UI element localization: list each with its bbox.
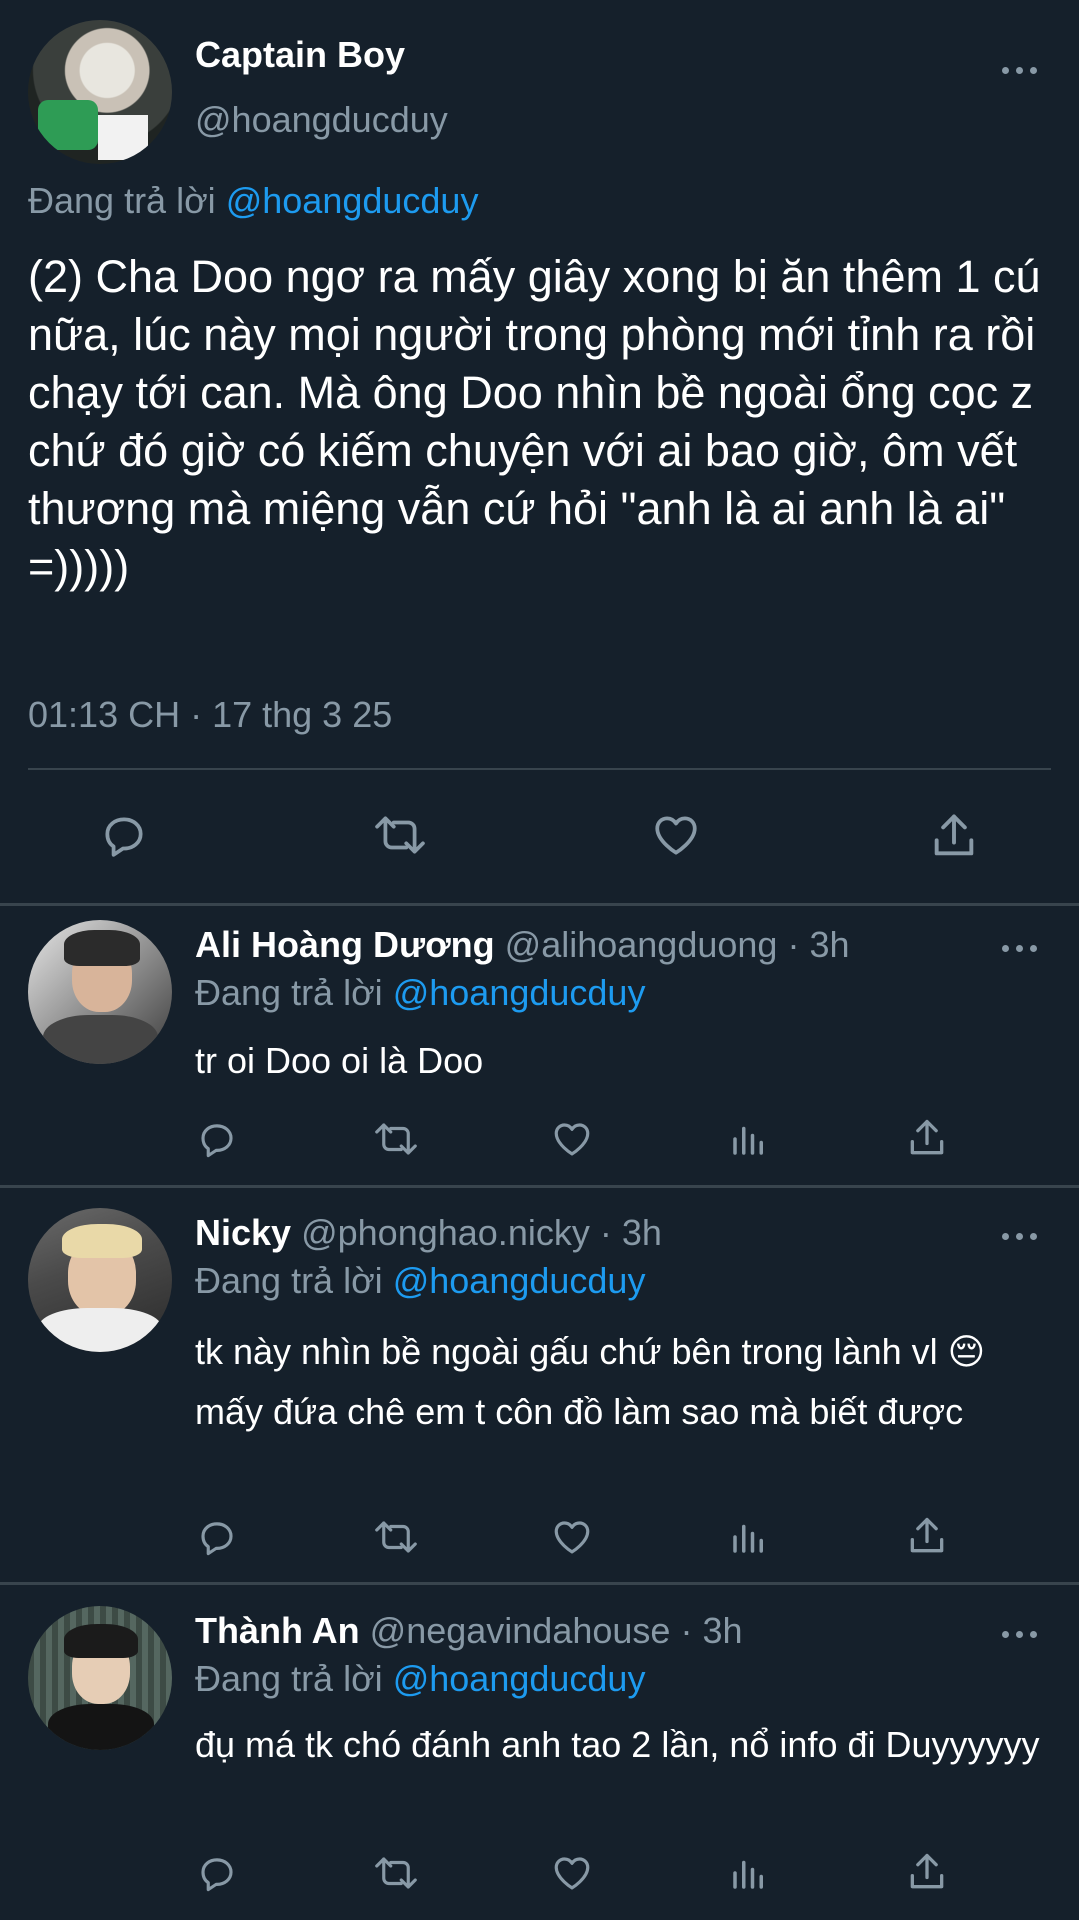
- share-icon[interactable]: [905, 1514, 949, 1558]
- tweet-text: (2) Cha Doo ngơ ra mấy giây xong bị ăn t…: [28, 251, 1041, 592]
- retweet-icon[interactable]: [370, 1516, 422, 1558]
- display-name[interactable]: Captain Boy: [195, 34, 405, 76]
- more-options-icon[interactable]: [1002, 1226, 1042, 1246]
- avatar[interactable]: [28, 1606, 172, 1750]
- replying-to-link[interactable]: @hoangducduy: [393, 1260, 646, 1301]
- more-options-icon[interactable]: [1002, 1624, 1042, 1644]
- avatar[interactable]: [28, 20, 172, 164]
- replying-to-line: Đang trả lời @hoangducduy: [195, 1658, 645, 1700]
- handle[interactable]: @alihoangduong: [505, 924, 778, 965]
- divider: [0, 1582, 1079, 1585]
- more-options-icon[interactable]: [1002, 938, 1042, 958]
- share-icon[interactable]: [905, 1850, 949, 1894]
- reply-text: tr oi Doo oi là Doo: [195, 1040, 484, 1081]
- replying-prefix: Đang trả lời: [195, 1658, 383, 1699]
- like-icon[interactable]: [550, 1118, 594, 1160]
- reply-header: Nicky @phonghao.nicky · 3h: [195, 1212, 662, 1254]
- reply-header: Thành An @negavindahouse · 3h: [195, 1610, 743, 1652]
- replying-prefix: Đang trả lời: [195, 972, 383, 1013]
- like-icon[interactable]: [550, 1516, 594, 1558]
- display-name[interactable]: Nicky: [195, 1212, 291, 1253]
- divider: [0, 903, 1079, 906]
- tweet-timestamp[interactable]: 01:13 CH · 17 thg 3 25: [28, 694, 392, 736]
- replying-prefix: Đang trả lời: [195, 1260, 383, 1301]
- reply-icon[interactable]: [195, 1852, 239, 1894]
- reply-time[interactable]: · 3h: [600, 1212, 662, 1253]
- retweet-icon[interactable]: [370, 1852, 422, 1894]
- replying-to-line: Đang trả lời @hoangducduy: [195, 972, 645, 1014]
- reply-icon[interactable]: [98, 810, 150, 860]
- views-icon[interactable]: [728, 1118, 770, 1160]
- avatar[interactable]: [28, 920, 172, 1064]
- divider: [28, 768, 1051, 770]
- divider: [0, 1185, 1079, 1188]
- avatar[interactable]: [28, 1208, 172, 1352]
- display-name[interactable]: Ali Hoàng Dương: [195, 924, 495, 965]
- reply-time[interactable]: · 3h: [787, 924, 849, 965]
- reply-header: Ali Hoàng Dương @alihoangduong · 3h: [195, 924, 850, 966]
- replying-to-link[interactable]: @hoangducduy: [226, 180, 479, 221]
- reply-icon[interactable]: [195, 1118, 239, 1160]
- reply-time[interactable]: · 3h: [680, 1610, 742, 1651]
- replying-to-line: Đang trả lời @hoangducduy: [28, 180, 478, 222]
- handle[interactable]: @negavindahouse: [370, 1610, 671, 1651]
- replying-prefix: Đang trả lời: [28, 180, 216, 221]
- like-icon[interactable]: [650, 810, 702, 860]
- replying-to-link[interactable]: @hoangducduy: [393, 972, 646, 1013]
- retweet-icon[interactable]: [370, 1118, 422, 1160]
- share-icon[interactable]: [928, 810, 980, 862]
- share-icon[interactable]: [905, 1116, 949, 1160]
- replying-to-line: Đang trả lời @hoangducduy: [195, 1260, 645, 1302]
- handle[interactable]: @phonghao.nicky: [301, 1212, 590, 1253]
- handle[interactable]: @hoangducduy: [195, 99, 448, 141]
- like-icon[interactable]: [550, 1852, 594, 1894]
- replying-to-link[interactable]: @hoangducduy: [393, 1658, 646, 1699]
- reply-text: tk này nhìn bề ngoài gấu chứ bên trong l…: [195, 1331, 986, 1432]
- display-name[interactable]: Thành An: [195, 1610, 360, 1651]
- views-icon[interactable]: [728, 1516, 770, 1558]
- reply-icon[interactable]: [195, 1516, 239, 1558]
- views-icon[interactable]: [728, 1852, 770, 1894]
- retweet-icon[interactable]: [370, 810, 430, 860]
- more-options-icon[interactable]: [1002, 60, 1042, 80]
- reply-text: đụ má tk chó đánh anh tao 2 lần, nổ info…: [195, 1724, 1040, 1765]
